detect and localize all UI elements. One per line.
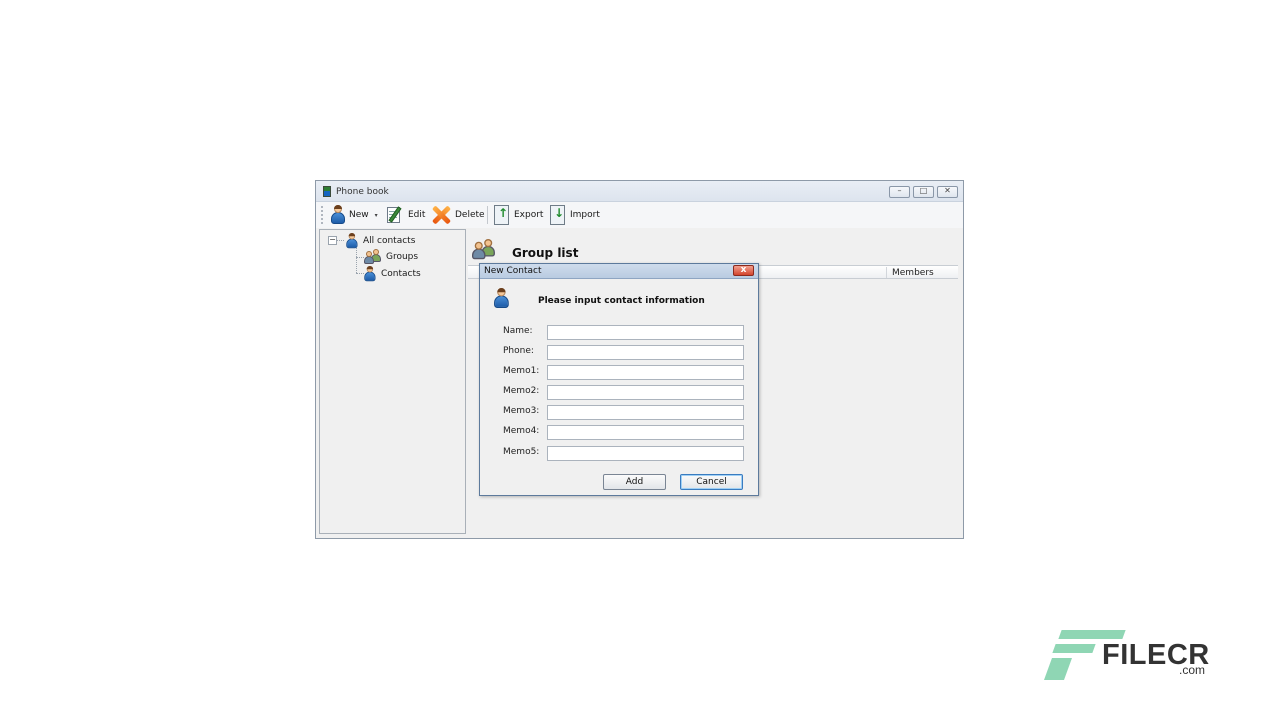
chevron-down-icon[interactable]: ▾ [375,212,378,219]
memo3-field[interactable] [547,405,744,420]
memo4-label: Memo4: [503,426,540,436]
phone-label: Phone: [503,346,534,356]
maximize-button[interactable]: □ [913,186,934,198]
delete-icon [431,205,452,225]
window-title: Phone book [336,187,389,197]
name-label: Name: [503,326,533,336]
tree-item-label: Groups [386,252,419,262]
import-button-label: Import [570,210,600,220]
dialog-title: New Contact [484,266,542,276]
export-button-label: Export [514,210,544,220]
phone-field[interactable] [547,345,744,360]
tree-item-label: All contacts [363,236,416,246]
logo-stripe [1058,630,1126,639]
toolbar-grip[interactable] [321,206,323,224]
tree-connector [356,248,357,273]
logo-stripe [1043,658,1073,680]
watermark-tld: .com [1179,663,1206,677]
toolbar: New ▾ Edit Delete ↑ Export ↓ Import [316,202,963,228]
memo4-field[interactable] [547,425,744,440]
import-button[interactable]: ↓ Import [549,204,600,226]
tree-connector [337,240,344,241]
maximize-icon: □ [919,186,928,195]
cancel-button[interactable]: Cancel [680,474,743,490]
person-icon [364,266,376,282]
tree-item-contacts[interactable]: Contacts [362,264,421,284]
group-icon [364,249,382,265]
memo3-label: Memo3: [503,406,540,416]
logo-stripe [1052,644,1096,653]
group-icon [472,239,496,261]
tree-item-groups[interactable]: Groups [364,249,418,265]
close-icon: x [740,265,747,275]
toolbar-separator [487,206,488,224]
export-button[interactable]: ↑ Export [493,204,543,226]
close-window-button[interactable]: ✕ [937,186,958,198]
memo2-field[interactable] [547,385,744,400]
dialog-heading: Please input contact information [538,296,705,306]
add-button[interactable]: Add [603,474,666,490]
memo2-label: Memo2: [503,386,540,396]
contacts-tree: − All contacts Groups Contacts [319,229,466,534]
minimize-button[interactable]: – [889,186,910,198]
dialog-titlebar[interactable]: New Contact x [480,264,758,279]
column-header-members[interactable]: Members [892,268,934,278]
dialog-close-button[interactable]: x [733,265,754,276]
minimize-icon: – [897,186,902,195]
tree-connector [356,257,364,258]
delete-button[interactable]: Delete [431,204,485,226]
phone-book-app-icon [323,186,331,197]
close-icon: ✕ [944,186,951,195]
group-list-title: Group list [512,246,579,260]
person-icon [346,233,358,249]
memo5-field[interactable] [547,446,744,461]
new-contact-icon [330,205,345,225]
tree-item-label: Contacts [381,269,421,279]
new-contact-dialog: New Contact x Please input contact infor… [479,263,759,496]
edit-button[interactable]: Edit [386,204,425,226]
tree-item-all-contacts[interactable]: All contacts [344,231,415,251]
edit-icon [386,205,404,225]
window-titlebar[interactable]: Phone book – □ ✕ [316,181,963,202]
new-button-label: New [349,210,369,220]
filecr-watermark: FILECR .com [1043,628,1216,683]
memo1-label: Memo1: [503,366,540,376]
export-icon: ↑ [493,204,510,226]
edit-button-label: Edit [408,210,426,220]
new-button[interactable]: New ▾ [330,204,378,226]
memo5-label: Memo5: [503,447,540,457]
delete-button-label: Delete [455,210,485,220]
memo1-field[interactable] [547,365,744,380]
collapse-icon[interactable]: − [328,236,337,245]
import-icon: ↓ [549,204,566,226]
column-separator[interactable] [886,267,887,278]
name-field[interactable] [547,325,744,340]
contact-icon [493,288,509,309]
